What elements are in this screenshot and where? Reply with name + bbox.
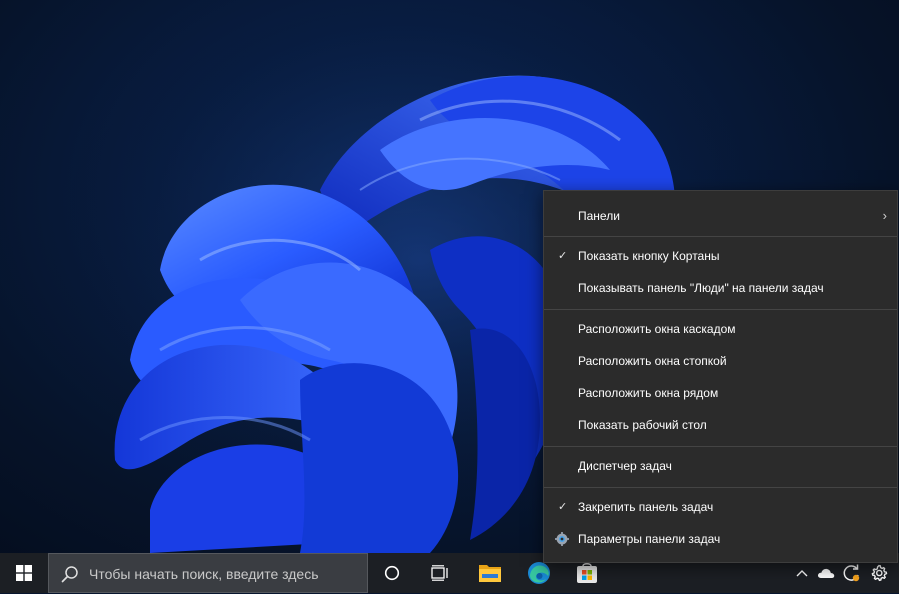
menu-item-show-desktop[interactable]: Показать рабочий стол	[544, 409, 897, 441]
search-input[interactable]: Чтобы начать поиск, введите здесь	[48, 553, 368, 593]
menu-item-label: Панели	[578, 209, 620, 223]
edge-icon	[528, 562, 550, 584]
menu-item-panels[interactable]: Панели ›	[544, 200, 897, 232]
gear-icon	[555, 532, 569, 546]
task-view-button[interactable]	[417, 553, 465, 593]
menu-item-label: Расположить окна стопкой	[578, 354, 727, 368]
menu-item-task-manager[interactable]: Диспетчер задач	[544, 450, 897, 482]
search-placeholder: Чтобы начать поиск, введите здесь	[89, 566, 319, 582]
file-explorer-button[interactable]	[466, 553, 514, 593]
menu-separator	[544, 236, 897, 237]
menu-item-taskbar-settings[interactable]: Параметры панели задач	[544, 523, 897, 555]
cortana-icon	[384, 565, 400, 581]
menu-item-label: Параметры панели задач	[578, 532, 721, 546]
chevron-up-icon	[796, 570, 808, 577]
menu-item-label: Расположить окна рядом	[578, 386, 719, 400]
menu-separator	[544, 446, 897, 447]
menu-item-show-people[interactable]: Показывать панель "Люди" на панели задач	[544, 272, 897, 304]
menu-item-label: Закрепить панель задач	[578, 500, 714, 514]
search-icon	[61, 566, 78, 583]
onedrive-cloud-icon	[817, 568, 835, 578]
checkmark-icon: ✓	[558, 250, 568, 262]
gear-icon	[871, 564, 888, 582]
windows-logo-icon	[16, 565, 32, 581]
menu-item-side-by-side[interactable]: Расположить окна рядом	[544, 377, 897, 409]
task-view-icon	[431, 565, 448, 581]
menu-item-lock-taskbar[interactable]: ✓ Закрепить панель задач	[544, 491, 897, 523]
menu-item-label: Показать рабочий стол	[578, 418, 707, 432]
folder-icon	[479, 565, 501, 582]
chevron-right-icon: ›	[882, 208, 887, 223]
sync-update-icon	[843, 564, 860, 582]
menu-item-show-cortana[interactable]: ✓ Показать кнопку Кортаны	[544, 240, 897, 272]
start-button[interactable]	[0, 553, 48, 593]
menu-item-label: Показать кнопку Кортаны	[578, 249, 720, 263]
taskbar-context-menu: Панели › ✓ Показать кнопку Кортаны Показ…	[543, 190, 898, 563]
menu-item-label: Диспетчер задач	[578, 459, 672, 473]
menu-item-stack[interactable]: Расположить окна стопкой	[544, 345, 897, 377]
menu-item-label: Расположить окна каскадом	[578, 322, 736, 336]
cortana-button[interactable]	[369, 553, 417, 593]
menu-item-label: Показывать панель "Люди" на панели задач	[578, 281, 824, 295]
menu-item-cascade[interactable]: Расположить окна каскадом	[544, 313, 897, 345]
menu-separator	[544, 487, 897, 488]
checkmark-icon: ✓	[558, 501, 568, 513]
store-icon	[577, 563, 597, 583]
menu-separator	[544, 309, 897, 310]
